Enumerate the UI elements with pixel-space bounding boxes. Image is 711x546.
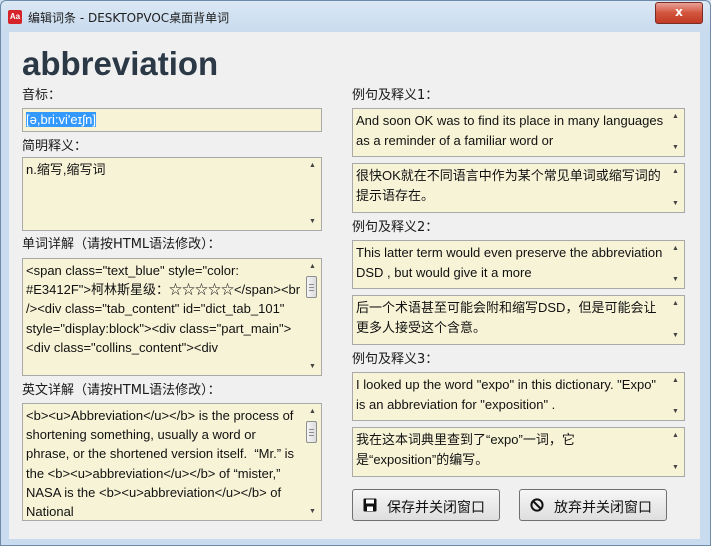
example-3-translation-text: 我在这本词典里查到了“expo”一词，它是“exposition”的编写。 bbox=[356, 432, 575, 467]
example-3-translation-scrollbar[interactable]: ▲ ▼ bbox=[667, 428, 684, 476]
example-3-sentence-scrollbar[interactable]: ▲ ▼ bbox=[667, 373, 684, 420]
example-2-sentence-text: This latter term would even preserve the… bbox=[356, 245, 667, 280]
detail-scrollbar[interactable]: ▲ ▼ bbox=[304, 259, 321, 375]
discard-and-close-button[interactable]: 放弃并关闭窗口 bbox=[519, 489, 667, 521]
save-and-close-button[interactable]: 保存并关闭窗口 bbox=[352, 489, 500, 521]
scroll-down-icon[interactable]: ▼ bbox=[667, 460, 684, 476]
example-2-sentence-scrollbar[interactable]: ▲ ▼ bbox=[667, 241, 684, 288]
example-3-translation[interactable]: 我在这本词典里查到了“expo”一词，它是“exposition”的编写。 ▲ … bbox=[352, 427, 685, 477]
example-1-sentence[interactable]: And soon OK was to find its place in man… bbox=[352, 108, 685, 157]
scroll-up-icon[interactable]: ▲ bbox=[304, 259, 321, 275]
phonetic-input[interactable]: [ə,bri:vi'eɪʃn] bbox=[22, 108, 322, 132]
english-detail-scrollbar[interactable]: ▲ ▼ bbox=[304, 404, 321, 520]
scroll-down-icon[interactable]: ▼ bbox=[304, 504, 321, 520]
scroll-down-icon[interactable]: ▼ bbox=[304, 214, 321, 230]
scroll-up-icon[interactable]: ▲ bbox=[667, 164, 684, 180]
example-2-translation-scrollbar[interactable]: ▲ ▼ bbox=[667, 296, 684, 344]
scroll-thumb[interactable] bbox=[306, 276, 317, 298]
brief-textarea[interactable]: n.缩写,缩写词 ▲ ▼ bbox=[22, 157, 322, 231]
scroll-thumb[interactable] bbox=[306, 421, 317, 443]
english-detail-textarea[interactable]: <b><u>Abbreviation</u></b> is the proces… bbox=[22, 403, 322, 521]
scroll-up-icon[interactable]: ▲ bbox=[667, 373, 684, 389]
phonetic-value: [ə,bri:vi'eɪʃn] bbox=[26, 112, 96, 127]
app-icon: Aa bbox=[8, 10, 22, 24]
phonetic-label: 音标： bbox=[22, 88, 62, 103]
scroll-down-icon[interactable]: ▼ bbox=[667, 272, 684, 288]
example-1-translation-scrollbar[interactable]: ▲ ▼ bbox=[667, 164, 684, 212]
scroll-down-icon[interactable]: ▼ bbox=[304, 359, 321, 375]
example-3-label: 例句及释义3： bbox=[352, 352, 439, 367]
window-title: 编辑词条 - DESKTOPVOC桌面背单词 bbox=[28, 11, 230, 25]
detail-value: <span class="text_blue" style="color: #E… bbox=[26, 263, 304, 355]
example-1-sentence-text: And soon OK was to find its place in man… bbox=[356, 113, 667, 148]
title-bar: Aa 编辑词条 - DESKTOPVOC桌面背单词 x bbox=[1, 1, 710, 31]
example-1-sentence-scrollbar[interactable]: ▲ ▼ bbox=[667, 109, 684, 156]
example-3-sentence[interactable]: I looked up the word "expo" in this dict… bbox=[352, 372, 685, 421]
scroll-up-icon[interactable]: ▲ bbox=[304, 158, 321, 174]
detail-label: 单词详解（请按HTML语法修改）： bbox=[22, 237, 221, 252]
word-heading: abbreviation bbox=[22, 45, 219, 82]
english-detail-value: <b><u>Abbreviation</u></b> is the proces… bbox=[26, 408, 298, 520]
scroll-down-icon[interactable]: ▼ bbox=[667, 328, 684, 344]
scroll-down-icon[interactable]: ▼ bbox=[667, 196, 684, 212]
discard-button-label: 放弃并关闭窗口 bbox=[554, 500, 652, 516]
example-1-label: 例句及释义1： bbox=[352, 88, 439, 103]
scroll-down-icon[interactable]: ▼ bbox=[667, 140, 684, 156]
scroll-up-icon[interactable]: ▲ bbox=[667, 109, 684, 125]
save-button-label: 保存并关闭窗口 bbox=[387, 500, 485, 516]
brief-scrollbar[interactable]: ▲ ▼ bbox=[304, 158, 321, 230]
scroll-up-icon[interactable]: ▲ bbox=[667, 296, 684, 312]
example-2-translation[interactable]: 后一个术语甚至可能会附和缩写DSD，但是可能会让更多人接受这个含意。 ▲ ▼ bbox=[352, 295, 685, 345]
scroll-up-icon[interactable]: ▲ bbox=[667, 241, 684, 257]
example-2-label: 例句及释义2： bbox=[352, 220, 439, 235]
brief-value: n.缩写,缩写词 bbox=[26, 162, 106, 177]
scroll-up-icon[interactable]: ▲ bbox=[667, 428, 684, 444]
example-2-sentence[interactable]: This latter term would even preserve the… bbox=[352, 240, 685, 289]
scroll-down-icon[interactable]: ▼ bbox=[667, 404, 684, 420]
no-entry-icon bbox=[530, 498, 544, 512]
scroll-up-icon[interactable]: ▲ bbox=[304, 404, 321, 420]
example-2-translation-text: 后一个术语甚至可能会附和缩写DSD，但是可能会让更多人接受这个含意。 bbox=[356, 300, 657, 335]
brief-label: 简明释义： bbox=[22, 139, 88, 154]
example-1-translation[interactable]: 很快OK就在不同语言中作为某个常见单词或缩写词的提示语存在。 ▲ ▼ bbox=[352, 163, 685, 213]
example-3-sentence-text: I looked up the word "expo" in this dict… bbox=[356, 377, 660, 412]
english-detail-label: 英文详解（请按HTML语法修改）： bbox=[22, 383, 221, 398]
floppy-disk-icon bbox=[363, 498, 377, 512]
close-button[interactable]: x bbox=[655, 2, 703, 24]
detail-textarea[interactable]: <span class="text_blue" style="color: #E… bbox=[22, 258, 322, 376]
example-1-translation-text: 很快OK就在不同语言中作为某个常见单词或缩写词的提示语存在。 bbox=[356, 168, 661, 203]
